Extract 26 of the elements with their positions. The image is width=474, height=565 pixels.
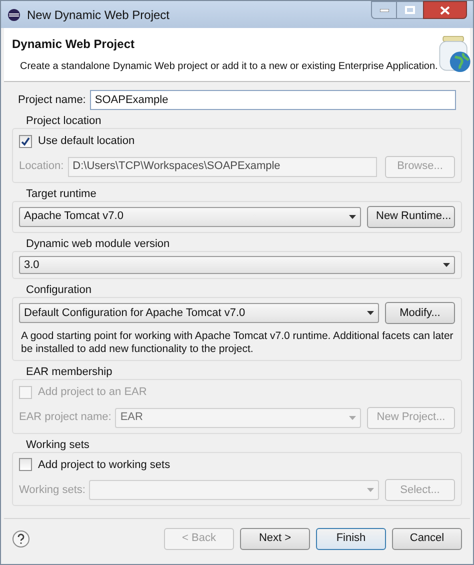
dropdown[interactable]: 3.0 bbox=[19, 256, 455, 274]
button[interactable]: Modify... bbox=[385, 302, 455, 324]
button[interactable]: New Runtime... bbox=[367, 206, 455, 228]
button[interactable]: Cancel bbox=[392, 528, 462, 550]
button[interactable]: Next > bbox=[240, 528, 310, 550]
description-text: A good starting point for working with Apache Tomcat v7.0 runtime. Additional facets can later be installed to add new functionality to the project. bbox=[21, 330, 454, 356]
field-label: Working sets: bbox=[19, 482, 86, 498]
window-title: New Dynamic Web Project bbox=[27, 6, 170, 24]
checkbox-label: Add project to an EAR bbox=[38, 385, 147, 400]
group-label: Target runtime bbox=[26, 186, 98, 200]
group-label: Dynamic web module version bbox=[26, 236, 171, 250]
field-label: Project name: bbox=[18, 92, 86, 108]
checkbox-label: Add project to working sets bbox=[38, 458, 170, 472]
button[interactable]: Finish bbox=[316, 528, 386, 550]
input-field[interactable]: SOAPExample bbox=[90, 90, 456, 110]
field-label: Location: bbox=[19, 159, 64, 174]
field-label: EAR project name: bbox=[19, 410, 112, 426]
dropdown[interactable]: Apache Tomcat v7.0 bbox=[19, 206, 361, 226]
banner-title: Dynamic Web Project bbox=[12, 36, 136, 53]
checkbox-label: Use default location bbox=[38, 134, 135, 149]
group-label: Working sets bbox=[26, 438, 90, 452]
group-label: EAR membership bbox=[26, 365, 114, 379]
group-label: Configuration bbox=[26, 283, 92, 297]
dropdown[interactable]: Default Configuration for Apache Tomcat v7.0 bbox=[19, 303, 379, 323]
banner-description: Create a standalone Dynamic Web project or add it to a new or existing Enterprise Application. bbox=[20, 60, 438, 74]
group-label: Project location bbox=[26, 114, 102, 128]
